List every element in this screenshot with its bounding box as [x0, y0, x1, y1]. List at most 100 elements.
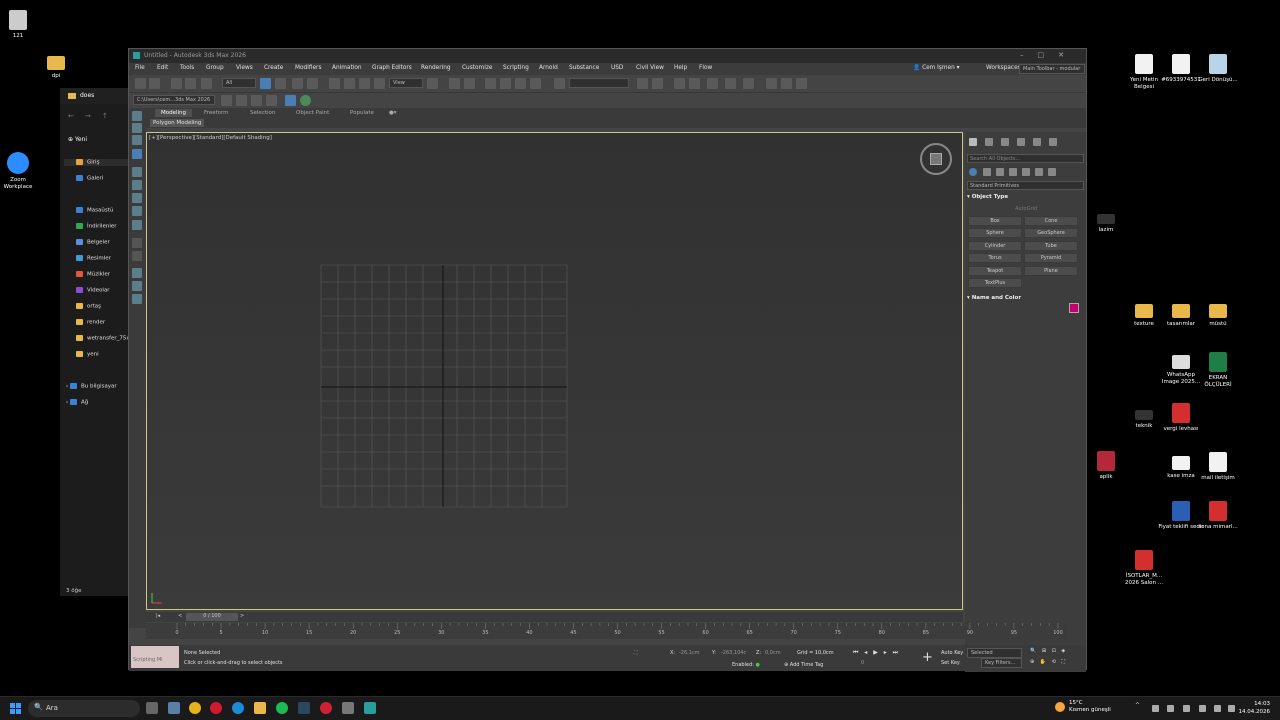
app-icon[interactable]: [320, 702, 332, 714]
volume-icon[interactable]: [1214, 705, 1221, 712]
place-icon[interactable]: [374, 78, 385, 89]
reference-coordinate-dropdown[interactable]: View: [389, 78, 423, 88]
menu-substance[interactable]: Substance: [569, 65, 599, 71]
rendered-frame-window-icon[interactable]: [796, 78, 807, 89]
utility-tool-icon[interactable]: [132, 238, 142, 248]
battery-icon[interactable]: [1228, 705, 1235, 712]
weather-widget[interactable]: 15°C Kısmen güneşli: [1055, 700, 1111, 714]
folder-icon[interactable]: [251, 95, 262, 106]
transform-tool-icon[interactable]: [132, 220, 142, 230]
new-button[interactable]: ⊕ Yeni: [68, 136, 87, 143]
task-view-icon[interactable]: [146, 702, 158, 714]
desktop-icon-dpi[interactable]: dpi: [33, 52, 79, 80]
3dsmax-taskbar-icon[interactable]: [364, 702, 376, 714]
snap-tool-icon[interactable]: [132, 206, 142, 216]
menu-rendering[interactable]: Rendering: [421, 65, 451, 71]
selection-filter-dropdown[interactable]: All: [222, 78, 256, 88]
menu-animation[interactable]: Animation: [332, 65, 362, 71]
undo-icon[interactable]: [135, 78, 146, 89]
desktop-icon-isotlar[interactable]: İSOTLAR_M... 2026 Salon ...: [1121, 550, 1167, 586]
torus-button[interactable]: Torus: [968, 253, 1022, 263]
nav-item-bu-bilgisayar[interactable]: › Bu bilgisayar: [66, 383, 117, 390]
set-key-button[interactable]: Set Key: [941, 660, 960, 666]
ribbon-toggle-icon[interactable]: [707, 78, 718, 89]
nav-item-ag[interactable]: › Ağ: [66, 399, 88, 406]
keyboard-shortcut-icon[interactable]: [464, 78, 475, 89]
name-and-color-rollout[interactable]: ▾ Name and Color: [967, 295, 1084, 301]
object-search-input[interactable]: Search All Objects...: [967, 154, 1084, 163]
windows-start-icon[interactable]: [10, 703, 22, 715]
menu-group[interactable]: Group: [206, 65, 224, 71]
tray-app-icon[interactable]: [1152, 705, 1159, 712]
selection-tool-icon[interactable]: [132, 180, 142, 190]
desktop-icon-mail-iletisim[interactable]: mail iletişim: [1195, 452, 1241, 482]
auto-key-button[interactable]: Auto Key: [941, 650, 963, 656]
nav-item-masaustu[interactable]: Masaüstü: [76, 207, 113, 214]
menu-tools[interactable]: Tools: [180, 65, 194, 71]
steam-icon[interactable]: [298, 702, 310, 714]
back-arrow-icon[interactable]: ←: [68, 112, 74, 120]
pyramid-button[interactable]: Pyramid: [1024, 253, 1078, 263]
menu-help[interactable]: Help: [674, 65, 687, 71]
tray-app-icon[interactable]: [1183, 705, 1190, 712]
time-prev-icon[interactable]: <: [178, 613, 182, 619]
align-icon[interactable]: [652, 78, 663, 89]
render-setup-icon[interactable]: [781, 78, 792, 89]
menu-customize[interactable]: Customize: [462, 65, 492, 71]
file-explorer-icon[interactable]: [254, 702, 266, 714]
ribbon-options-icon[interactable]: ●▾: [389, 110, 397, 116]
utility-tool-icon[interactable]: [132, 251, 142, 261]
nav-item-giris[interactable]: Giriş: [64, 159, 130, 166]
display-tab-icon[interactable]: [1033, 138, 1041, 146]
viewcube[interactable]: [920, 143, 952, 175]
desktop-icon-zoom[interactable]: Zoom Workplace: [0, 152, 41, 190]
tab-populate[interactable]: Populate: [350, 110, 374, 116]
taskbar-search[interactable]: 🔍 Ara: [28, 700, 140, 717]
utility-tool-icon[interactable]: [132, 294, 142, 304]
viewport-navigation-icons-2[interactable]: ⊕ ✋ ⟲ ⛶: [1030, 659, 1067, 665]
nav-item-galeri[interactable]: Galeri: [76, 175, 103, 182]
workspace-dropdown[interactable]: Main Toolbar - modular: [1019, 64, 1085, 74]
nav-item-render[interactable]: render: [76, 319, 105, 326]
nav-item-videolar[interactable]: Videolar: [76, 287, 110, 294]
check-icon[interactable]: [300, 95, 311, 106]
helpers-icon[interactable]: [1022, 168, 1030, 176]
snaps-toggle-icon[interactable]: [485, 78, 496, 89]
percent-snap-icon[interactable]: [515, 78, 526, 89]
desktop-icon-vergi-levhasi[interactable]: vergi levhası: [1158, 403, 1204, 433]
system-clock[interactable]: 14:03 14.04.2026: [1239, 701, 1271, 716]
layout-tab-icon[interactable]: [132, 135, 142, 145]
curve-editor-icon[interactable]: [725, 78, 736, 89]
textplus-button[interactable]: TextPlus: [968, 278, 1022, 288]
cameras-icon[interactable]: [1009, 168, 1017, 176]
chrome-icon[interactable]: [189, 702, 201, 714]
schematic-view-icon[interactable]: [743, 78, 754, 89]
nav-item-resimler[interactable]: Resimler: [76, 255, 111, 262]
forward-arrow-icon[interactable]: →: [85, 112, 91, 120]
explorer-tab[interactable]: does: [60, 88, 130, 104]
menu-flow[interactable]: Flow: [699, 65, 712, 71]
menu-civil-view[interactable]: Civil View: [636, 65, 664, 71]
desktop-icon-recycle-bin[interactable]: Geri Dönüşü...: [1195, 54, 1241, 84]
chevron-up-icon[interactable]: ^: [1135, 702, 1142, 709]
geosphere-button[interactable]: GeoSphere: [1024, 228, 1078, 238]
shapes-icon[interactable]: [983, 168, 991, 176]
time-prev-icon[interactable]: |◂: [156, 613, 160, 619]
time-next-icon[interactable]: >: [240, 613, 244, 619]
menu-create[interactable]: Create: [264, 65, 283, 71]
nav-item-indirilenler[interactable]: İndirilenler: [76, 223, 117, 230]
sphere-button[interactable]: Sphere: [968, 228, 1022, 238]
wifi-icon[interactable]: [1199, 705, 1206, 712]
modify-tab-icon[interactable]: [985, 138, 993, 146]
project-folder-icon[interactable]: [266, 95, 277, 106]
open-icon[interactable]: [221, 95, 232, 106]
x-coordinate[interactable]: -26,1cm: [679, 650, 700, 656]
cone-button[interactable]: Cone: [1024, 216, 1078, 226]
key-mode-dropdown[interactable]: Selected: [967, 648, 1022, 658]
motion-tab-icon[interactable]: [1017, 138, 1025, 146]
desktop-icon-ekran-olculeri[interactable]: EKRAN ÖLÇÜLERİ: [1195, 352, 1241, 388]
bind-spacewarp-icon[interactable]: [201, 78, 212, 89]
layer-explorer-icon[interactable]: [689, 78, 700, 89]
scene-explorer-icon[interactable]: [674, 78, 685, 89]
object-type-rollout[interactable]: ▾ Object Type: [967, 194, 1084, 200]
